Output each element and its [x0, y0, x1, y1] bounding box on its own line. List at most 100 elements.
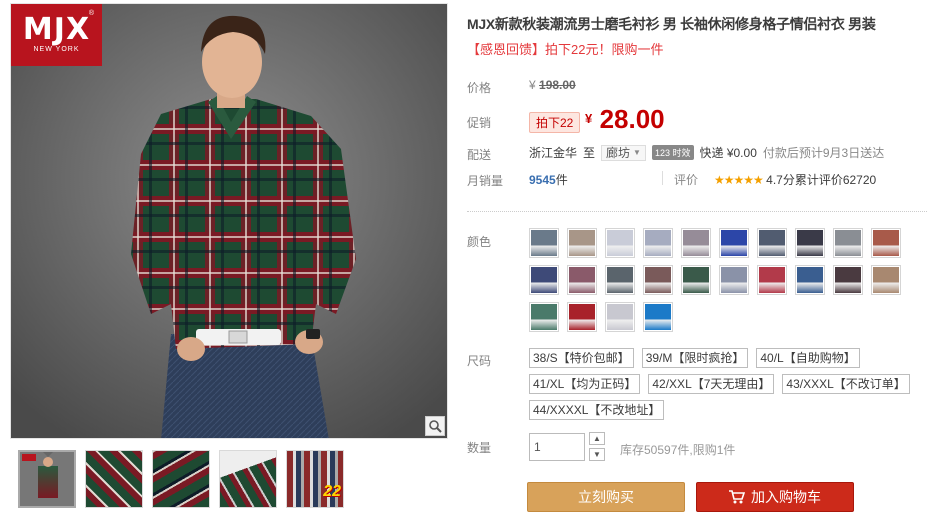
product-photo [11, 4, 447, 438]
color-swatch[interactable] [529, 265, 559, 295]
color-swatch-image [531, 304, 557, 330]
color-swatch-image [721, 230, 747, 256]
size-option[interactable]: 43/XXXL【不改订单】 [782, 374, 910, 394]
thumbnail-strip: 22 [18, 450, 344, 510]
size-option[interactable]: 44/XXXXL【不改地址】 [529, 400, 665, 420]
ship-method: 快递 ¥0.00 [699, 146, 757, 160]
color-swatch[interactable] [871, 265, 901, 295]
size-option[interactable]: 39/M【限时疯抢】 [641, 348, 749, 368]
promo-tag: 拍下22 [529, 112, 581, 133]
thumbnail-5[interactable]: 22 [286, 450, 344, 508]
promo-label: 促销 [467, 116, 492, 130]
delivery-time-badge: 123 时效 [651, 145, 694, 160]
color-swatch-image [721, 267, 747, 293]
color-swatch[interactable] [605, 228, 635, 258]
color-swatch[interactable] [833, 228, 863, 258]
thumbnail-4[interactable] [219, 450, 277, 508]
color-swatch-image [569, 230, 595, 256]
size-option[interactable]: 40/L【自助购物】 [756, 348, 860, 368]
stock-info: 库存50597件,限购1件 [620, 443, 736, 457]
buy-now-button[interactable]: 立刻购买 [527, 482, 685, 512]
color-swatch-image [531, 230, 557, 256]
rating-score: 4.7分 [766, 173, 795, 187]
size-option[interactable]: 38/S【特价包邮】 [529, 348, 634, 368]
magnifier-icon [429, 420, 442, 433]
color-swatch-image [873, 267, 899, 293]
color-swatch-image [645, 304, 671, 330]
review-label: 评价 [674, 173, 699, 187]
divider [662, 171, 663, 185]
color-swatch[interactable] [681, 265, 711, 295]
ship-note: 付款后预计9月3日送达 [762, 146, 885, 160]
thumbnail-badge: 22 [323, 483, 341, 500]
product-main-image[interactable]: MJX NEW YORK ® [10, 3, 448, 439]
color-swatch[interactable] [567, 265, 597, 295]
city-select[interactable]: 廊坊 ▼ [601, 144, 646, 161]
rating[interactable]: ★★★★★ 4.7分累计评价62720 [714, 171, 876, 188]
color-options [529, 228, 909, 332]
color-swatch[interactable] [719, 265, 749, 295]
quantity-increase-button[interactable]: ▲ [589, 432, 605, 445]
color-swatch-image [645, 267, 671, 293]
sales-count-value: 9545 [529, 173, 556, 187]
thumbnail-2[interactable] [85, 450, 143, 508]
thumbnail-figure [38, 466, 58, 498]
original-price: ¥ 198.00 [529, 78, 576, 92]
ship-to-word: 至 [583, 146, 596, 160]
review-count: 累计评价62720 [794, 173, 877, 187]
color-swatch-image [645, 230, 671, 256]
color-swatch[interactable] [643, 265, 673, 295]
color-swatch[interactable] [757, 265, 787, 295]
color-swatch[interactable] [833, 265, 863, 295]
size-options: 38/S【特价包邮】 39/M【限时疯抢】 40/L【自助购物】 41/XL【均为正码… [529, 348, 919, 420]
size-option[interactable]: 41/XL【均为正码】 [529, 374, 641, 394]
thumbnail-1[interactable] [18, 450, 76, 508]
shipping-info: 浙江金华 至 廊坊 ▼ 123 时效 快递 ¥0.00 付款后预计9月3日送达 [529, 144, 884, 161]
color-swatch[interactable] [605, 302, 635, 332]
color-swatch[interactable] [567, 302, 597, 332]
quantity-input[interactable] [529, 433, 585, 461]
color-swatch[interactable] [529, 228, 559, 258]
cart-icon [729, 490, 745, 504]
promo-currency: ¥ [585, 111, 593, 126]
color-swatch[interactable] [719, 228, 749, 258]
sales-count: 9545件 [529, 171, 568, 188]
color-swatch[interactable] [795, 228, 825, 258]
color-swatch-image [569, 304, 595, 330]
color-swatch[interactable] [567, 228, 597, 258]
color-swatch-image [873, 230, 899, 256]
color-swatch-image [759, 267, 785, 293]
size-label: 尺码 [467, 354, 492, 368]
thumbnail-3[interactable] [152, 450, 210, 508]
color-swatch[interactable] [871, 228, 901, 258]
brand-logo-reg: ® [88, 10, 94, 17]
color-swatch[interactable] [605, 265, 635, 295]
color-swatch-image [759, 230, 785, 256]
original-price-value: 198.00 [539, 78, 576, 92]
add-to-cart-label: 加入购物车 [751, 489, 821, 505]
brand-logo: MJX NEW YORK ® [11, 4, 102, 66]
color-swatch[interactable] [643, 302, 673, 332]
color-label: 颜色 [467, 235, 492, 249]
color-swatch-image [683, 230, 709, 256]
color-swatch[interactable] [757, 228, 787, 258]
star-rating-icon: ★★★★★ [714, 173, 764, 187]
zoom-button[interactable] [425, 416, 445, 436]
thumbnail-head [43, 457, 53, 467]
color-swatch[interactable] [643, 228, 673, 258]
add-to-cart-button[interactable]: 加入购物车 [696, 482, 854, 512]
section-divider [467, 211, 927, 212]
sales-label: 月销量 [467, 174, 504, 188]
product-subtitle: 【感恩回馈】拍下22元！限购一件 [467, 42, 664, 57]
quantity-decrease-button[interactable]: ▼ [589, 448, 605, 461]
color-swatch[interactable] [681, 228, 711, 258]
color-swatch[interactable] [795, 265, 825, 295]
color-swatch[interactable] [529, 302, 559, 332]
size-option[interactable]: 42/XXL【7天无理由】 [648, 374, 775, 394]
chevron-down-icon: ▼ [633, 147, 641, 157]
color-swatch-image [835, 267, 861, 293]
city-select-value: 廊坊 [606, 145, 631, 160]
currency-symbol: ¥ [529, 78, 536, 92]
sales-count-unit: 件 [555, 173, 568, 187]
color-swatch-image [607, 230, 633, 256]
